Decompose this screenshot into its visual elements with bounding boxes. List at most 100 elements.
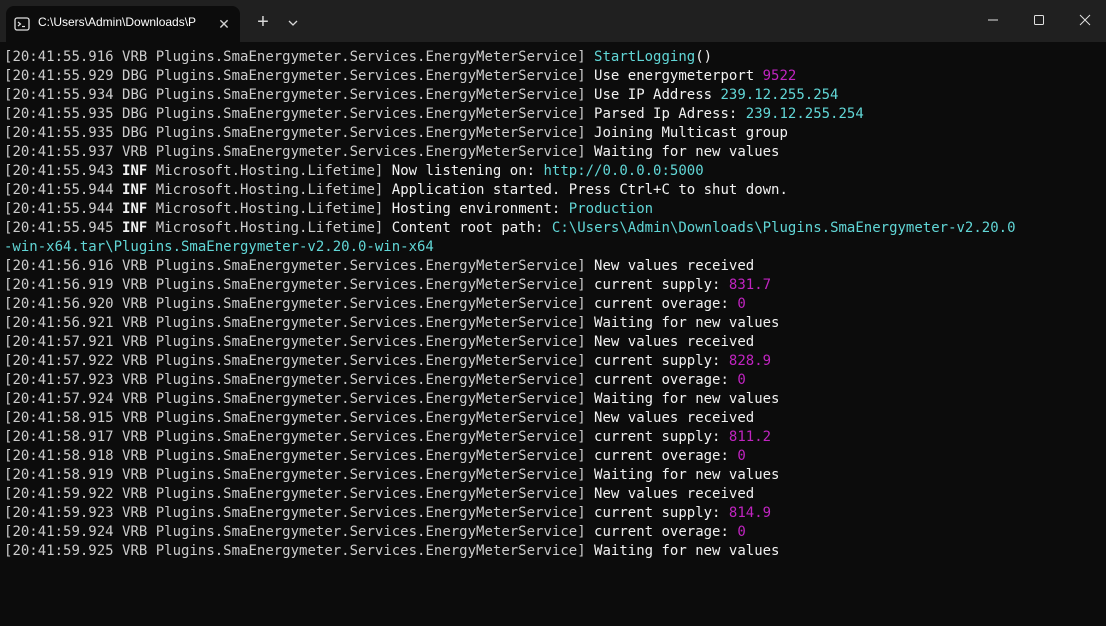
log-line: [20:41:56.921 VRB Plugins.SmaEnergymeter… — [4, 314, 1102, 333]
log-timestamp: 20:41:55.943 — [12, 163, 114, 179]
log-level: VRB — [113, 372, 156, 388]
log-message: Hosting environment: — [391, 201, 569, 217]
new-tab-button[interactable]: + — [252, 12, 274, 34]
log-timestamp: 20:41:58.918 — [12, 448, 114, 464]
log-source: Plugins.SmaEnergymeter.Services.EnergyMe… — [155, 334, 578, 350]
log-level: VRB — [113, 49, 156, 65]
log-line: -win-x64.tar\Plugins.SmaEnergymeter-v2.2… — [4, 238, 1102, 257]
log-source: Plugins.SmaEnergymeter.Services.EnergyMe… — [155, 429, 578, 445]
log-level: INF — [113, 182, 156, 198]
log-bracket: ] — [577, 448, 595, 464]
log-source: Plugins.SmaEnergymeter.Services.EnergyMe… — [155, 486, 578, 502]
log-line: [20:41:58.917 VRB Plugins.SmaEnergymeter… — [4, 428, 1102, 447]
log-bracket: ] — [577, 87, 595, 103]
log-line: [20:41:55.929 DBG Plugins.SmaEnergymeter… — [4, 67, 1102, 86]
log-bracket: ] — [374, 220, 392, 236]
log-bracket: ] — [374, 163, 392, 179]
log-bracket: ] — [577, 429, 595, 445]
log-source: Plugins.SmaEnergymeter.Services.EnergyMe… — [155, 277, 578, 293]
log-source: Plugins.SmaEnergymeter.Services.EnergyMe… — [155, 258, 578, 274]
log-message: current supply: — [594, 277, 729, 293]
log-source: Microsoft.Hosting.Lifetime — [155, 163, 375, 179]
log-value: 239.12.255.254 — [745, 106, 864, 122]
log-line: [20:41:55.944 INF Microsoft.Hosting.Life… — [4, 181, 1102, 200]
log-timestamp: 20:41:56.916 — [12, 258, 114, 274]
log-message: current supply: — [594, 429, 729, 445]
log-bracket: ] — [577, 372, 595, 388]
log-bracket: ] — [577, 524, 595, 540]
log-level: VRB — [113, 429, 156, 445]
log-timestamp: 20:41:59.925 — [12, 543, 114, 559]
log-value: 239.12.255.254 — [720, 87, 839, 103]
log-source: Plugins.SmaEnergymeter.Services.EnergyMe… — [155, 410, 578, 426]
log-line: [20:41:55.945 INF Microsoft.Hosting.Life… — [4, 219, 1102, 238]
log-bracket: ] — [577, 106, 595, 122]
log-line: [20:41:58.915 VRB Plugins.SmaEnergymeter… — [4, 409, 1102, 428]
log-bracket: ] — [577, 467, 595, 483]
log-value: 831.7 — [728, 277, 772, 293]
log-line: [20:41:55.935 DBG Plugins.SmaEnergymeter… — [4, 124, 1102, 143]
log-timestamp: 20:41:56.921 — [12, 315, 114, 331]
log-message: Joining Multicast group — [594, 125, 788, 141]
close-tab-icon[interactable]: ✕ — [215, 15, 233, 33]
log-level: VRB — [113, 486, 156, 502]
terminal-icon — [14, 17, 30, 31]
log-bracket: ] — [374, 201, 392, 217]
log-timestamp: 20:41:55.935 — [12, 106, 114, 122]
terminal-tab[interactable]: C:\Users\Admin\Downloads\P ✕ — [6, 6, 240, 42]
log-timestamp: 20:41:55.935 — [12, 125, 114, 141]
log-line: [20:41:57.924 VRB Plugins.SmaEnergymeter… — [4, 390, 1102, 409]
log-level: VRB — [113, 391, 156, 407]
log-timestamp: 20:41:57.924 — [12, 391, 114, 407]
log-source: Plugins.SmaEnergymeter.Services.EnergyMe… — [155, 524, 578, 540]
log-line: [20:41:57.922 VRB Plugins.SmaEnergymeter… — [4, 352, 1102, 371]
chevron-down-icon[interactable] — [284, 12, 302, 34]
log-source: Plugins.SmaEnergymeter.Services.EnergyMe… — [155, 543, 578, 559]
log-line: [20:41:58.919 VRB Plugins.SmaEnergymeter… — [4, 466, 1102, 485]
log-message: Use IP Address — [594, 87, 721, 103]
log-timestamp: 20:41:59.924 — [12, 524, 114, 540]
log-bracket: ] — [577, 391, 595, 407]
maximize-icon — [1034, 15, 1044, 25]
log-source: Microsoft.Hosting.Lifetime — [155, 201, 375, 217]
log-value: -win-x64.tar\Plugins.SmaEnergymeter-v2.2… — [4, 239, 434, 255]
log-message: current overage: — [594, 296, 738, 312]
terminal-output[interactable]: [20:41:55.916 VRB Plugins.SmaEnergymeter… — [4, 48, 1102, 620]
log-bracket: ] — [577, 125, 595, 141]
log-timestamp: 20:41:58.919 — [12, 467, 114, 483]
log-level: VRB — [113, 334, 156, 350]
log-timestamp: 20:41:59.922 — [12, 486, 114, 502]
log-source: Plugins.SmaEnergymeter.Services.EnergyMe… — [155, 505, 578, 521]
log-bracket: ] — [577, 258, 595, 274]
log-line: [20:41:58.918 VRB Plugins.SmaEnergymeter… — [4, 447, 1102, 466]
log-timestamp: 20:41:56.920 — [12, 296, 114, 312]
log-value: 0 — [737, 372, 746, 388]
log-line: [20:41:55.944 INF Microsoft.Hosting.Life… — [4, 200, 1102, 219]
log-bracket: ] — [577, 543, 595, 559]
log-message: current supply: — [594, 505, 729, 521]
log-bracket: ] — [577, 315, 595, 331]
log-line: [20:41:57.921 VRB Plugins.SmaEnergymeter… — [4, 333, 1102, 352]
close-window-button[interactable] — [1062, 0, 1106, 40]
log-value: 9522 — [762, 68, 797, 84]
log-level: INF — [113, 163, 156, 179]
log-level: VRB — [113, 258, 156, 274]
log-bracket: ] — [577, 334, 595, 350]
log-bracket: ] — [577, 49, 595, 65]
log-message: () — [695, 49, 713, 65]
log-message: current overage: — [594, 524, 738, 540]
log-source: Plugins.SmaEnergymeter.Services.EnergyMe… — [155, 87, 578, 103]
log-value: 0 — [737, 296, 746, 312]
log-value: 0 — [737, 524, 746, 540]
maximize-button[interactable] — [1016, 0, 1062, 40]
log-bracket: ] — [577, 353, 595, 369]
log-timestamp: 20:41:58.917 — [12, 429, 114, 445]
minimize-button[interactable] — [970, 0, 1016, 40]
log-bracket: ] — [577, 410, 595, 426]
log-level: VRB — [113, 353, 156, 369]
log-timestamp: 20:41:55.944 — [12, 201, 114, 217]
log-source: Microsoft.Hosting.Lifetime — [155, 220, 375, 236]
log-bracket: ] — [374, 182, 392, 198]
log-message: Waiting for new values — [594, 315, 780, 331]
log-message: current overage: — [594, 372, 738, 388]
